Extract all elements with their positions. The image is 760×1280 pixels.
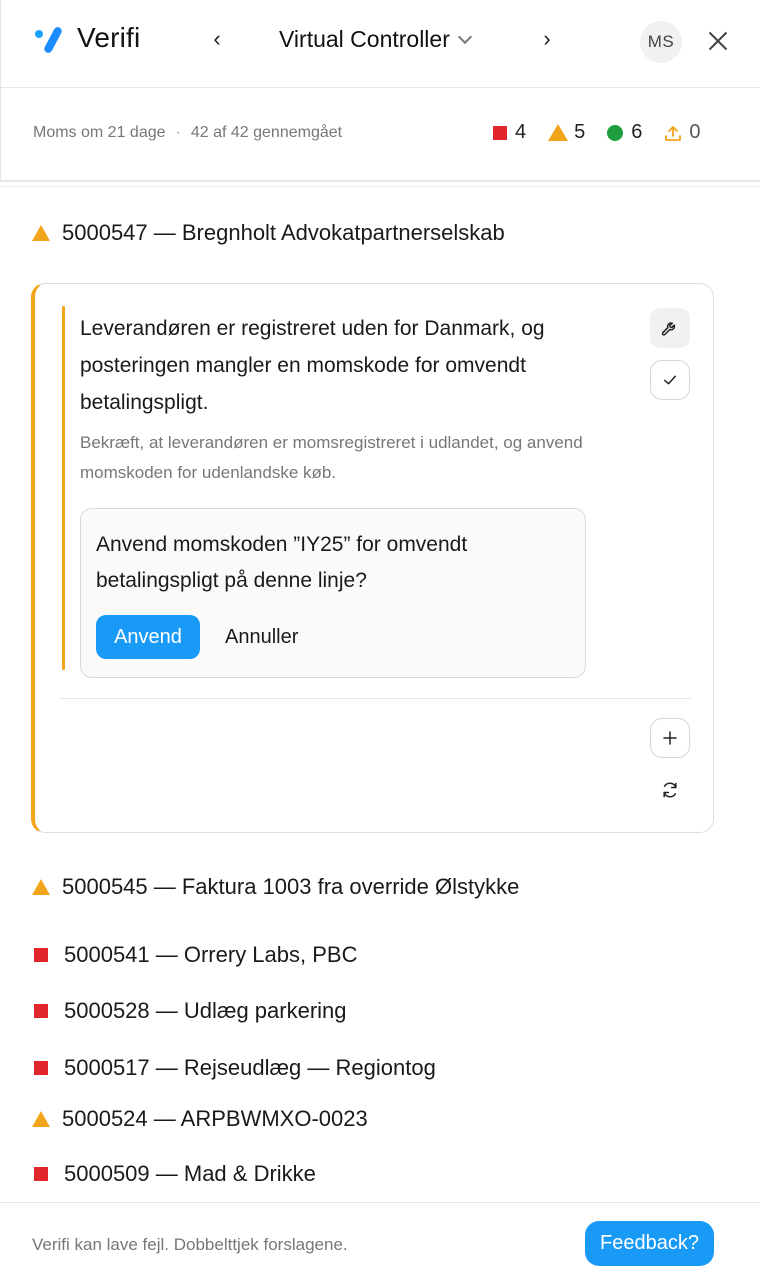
check-icon: [664, 375, 676, 385]
disclaimer-text: Verifi kan lave fejl. Dobbelttjek forsla…: [32, 1235, 348, 1254]
upload-count[interactable]: 0: [664, 121, 701, 144]
list-item[interactable]: 5000524 — ARPBWMXO-0023: [32, 1106, 368, 1132]
upload-icon: [665, 125, 682, 141]
brand: Verifi: [33, 22, 141, 55]
verifi-logo-icon: [33, 22, 65, 55]
error-square-icon: [34, 1167, 48, 1181]
ok-count[interactable]: 6: [607, 121, 642, 144]
upload-count-value: 0: [689, 121, 701, 143]
list-item-label: 5000545 — Faktura 1003 fra override Ølst…: [62, 874, 520, 899]
list-item[interactable]: 5000541 — Orrery Labs, PBC: [32, 942, 357, 968]
warning-triangle-icon: [548, 124, 569, 141]
list-item[interactable]: 5000545 — Faktura 1003 fra override Ølst…: [32, 874, 519, 900]
page-title: Virtual Controller: [279, 26, 450, 52]
card-divider: [59, 698, 691, 699]
list-item-label: 5000528 — Udlæg parkering: [64, 998, 347, 1023]
issue-hint: Bekræft, at leverandøren er momsregistre…: [80, 433, 583, 482]
error-square-icon: [34, 1061, 48, 1075]
chevron-down-icon: [457, 29, 472, 44]
previous-arrow-icon[interactable]: ‹: [205, 26, 229, 52]
status-summary: Moms om 21 dage · 42 af 42 gennemgået: [33, 124, 342, 142]
vat-due-text: Moms om 21 dage: [33, 124, 166, 141]
list-item-expanded[interactable]: 5000547 — Bregnholt Advokatpartnerselska…: [32, 220, 505, 246]
reviewed-count-text: 42 af 42 gennemgået: [190, 124, 343, 141]
divider: [0, 186, 760, 187]
confirm-box: Anvend momskoden ”IY25” for omvendt beta…: [80, 508, 586, 678]
feedback-button[interactable]: Feedback?: [585, 1221, 714, 1266]
title-dropdown[interactable]: Virtual Controller: [279, 26, 472, 53]
warning-triangle-icon: [32, 225, 50, 241]
error-count[interactable]: 4: [493, 121, 526, 144]
error-square-icon: [34, 1004, 48, 1018]
refresh-button[interactable]: [650, 770, 690, 810]
cancel-button[interactable]: Annuller: [225, 615, 298, 659]
list-item[interactable]: 5000517 — Rejseudlæg — Regiontog: [32, 1055, 436, 1081]
list-item-label: 5000524 — ARPBWMXO-0023: [62, 1106, 368, 1131]
warning-triangle-icon: [32, 879, 50, 895]
confirm-question: Anvend momskoden ”IY25” for omvendt beta…: [96, 533, 468, 592]
issue-message: Leverandøren er registreret uden for Dan…: [80, 317, 545, 414]
list-item-label: 5000509 — Mad & Drikke: [64, 1161, 316, 1186]
warning-count-value: 5: [574, 121, 586, 143]
close-icon[interactable]: [707, 30, 729, 52]
add-button[interactable]: [650, 718, 690, 758]
wrench-icon: [661, 322, 676, 336]
approve-button[interactable]: [650, 360, 690, 400]
list-item-label: 5000517 — Rejseudlæg — Regiontog: [64, 1055, 436, 1080]
avatar[interactable]: MS: [640, 21, 682, 63]
error-square-icon: [493, 125, 507, 140]
list-item-label: 5000541 — Orrery Labs, PBC: [64, 942, 358, 967]
fix-button[interactable]: [650, 308, 690, 348]
error-square-icon: [34, 948, 48, 962]
warning-stripe: [62, 306, 65, 670]
app-header: Verifi ‹ Virtual Controller › MS: [0, 0, 760, 88]
ok-count-value: 6: [631, 121, 643, 143]
list-item[interactable]: 5000509 — Mad & Drikke: [32, 1161, 316, 1187]
issue-card: Leverandøren er registreret uden for Dan…: [31, 283, 714, 833]
severity-counts: 4 5 6 0: [493, 121, 701, 144]
warning-triangle-icon: [32, 1111, 50, 1127]
list-item-label: 5000547 — Bregnholt Advokatpartnerselska…: [62, 220, 505, 245]
next-arrow-icon[interactable]: ›: [535, 26, 559, 52]
status-bar: Moms om 21 dage · 42 af 42 gennemgået 4 …: [0, 88, 760, 182]
brand-name: Verifi: [77, 22, 141, 53]
separator: ·: [175, 124, 181, 141]
apply-button[interactable]: Anvend: [96, 615, 200, 659]
plus-icon: [663, 731, 677, 745]
refresh-icon: [663, 782, 677, 798]
footer: Verifi kan lave fejl. Dobbelttjek forsla…: [0, 1202, 760, 1280]
warning-count[interactable]: 5: [548, 121, 585, 144]
error-count-value: 4: [515, 121, 527, 143]
ok-circle-icon: [607, 124, 624, 141]
list-item[interactable]: 5000528 — Udlæg parkering: [32, 998, 347, 1024]
